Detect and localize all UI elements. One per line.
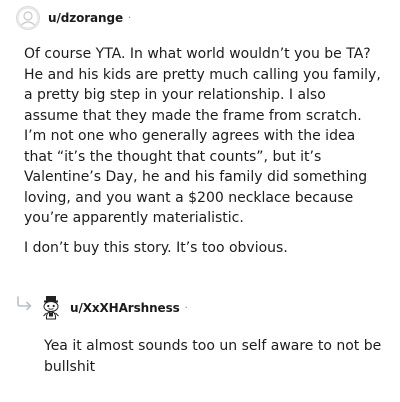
- reply-arrow-icon: [17, 296, 32, 310]
- comment-header: u/dzorange ·: [16, 4, 131, 32]
- reply-text: Yea it almost sounds too un self aware t…: [44, 338, 382, 375]
- separator-dot: ·: [128, 12, 132, 24]
- comment-paragraph: Of course YTA. In what world wouldn’t yo…: [24, 46, 381, 226]
- reply-body: Yea it almost sounds too un self aware t…: [44, 336, 384, 377]
- separator-dot: ·: [184, 302, 188, 314]
- default-avatar-icon[interactable]: [16, 6, 40, 30]
- comment-paragraph: I don’t buy this story. It’s too obvious…: [24, 239, 288, 256]
- snoo-avatar-icon[interactable]: [40, 295, 62, 321]
- comment-username[interactable]: u/dzorange: [48, 11, 123, 25]
- comment-body: Of course YTA. In what world wouldn’t yo…: [24, 44, 384, 267]
- reply-username[interactable]: u/XxXHArshness: [70, 301, 180, 315]
- reply-header: u/XxXHArshness ·: [40, 294, 188, 322]
